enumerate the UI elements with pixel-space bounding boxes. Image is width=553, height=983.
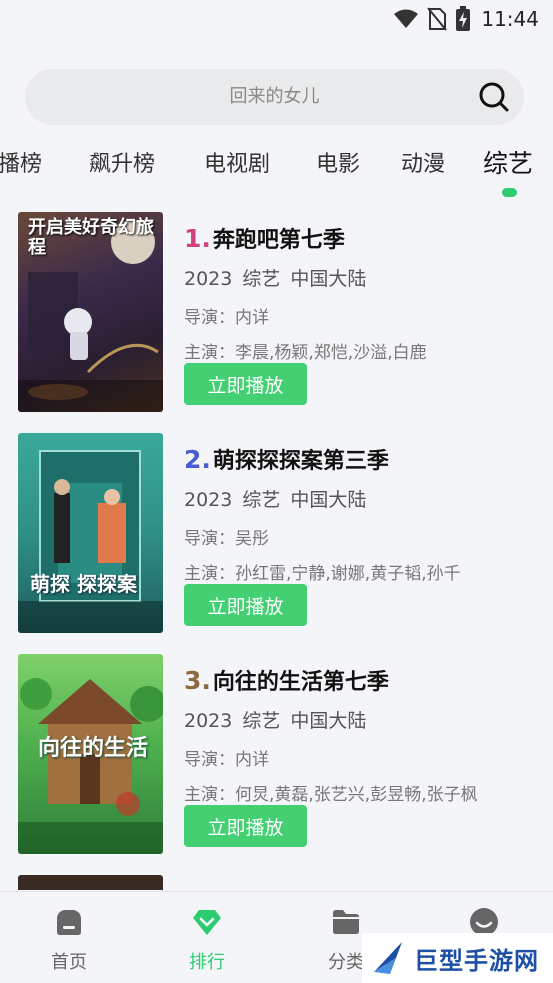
poster-title-text: 向往的生活 xyxy=(38,736,149,761)
list-item[interactable]: 开启美好奇幻旅程 1.奔跑吧第七季 2023 综艺 中国大陆 导演：内详 主演：李晨… xyxy=(18,212,538,412)
poster-title-text: 萌探 探探案 xyxy=(30,572,137,596)
item-title[interactable]: 3.向往的生活第七季 xyxy=(184,664,538,696)
play-now-button[interactable]: 立即播放 xyxy=(184,363,307,405)
poster-title-text: 开启美好奇幻旅程 xyxy=(28,217,154,258)
rank-number: 3. xyxy=(184,666,211,695)
item-genre: 综艺 xyxy=(242,710,281,732)
item-director: 导演：吴彤 xyxy=(184,529,269,549)
item-meta: 2023 综艺 中国大陆 xyxy=(184,264,538,291)
no-sim-icon xyxy=(427,7,448,31)
item-cast: 主演：孙红雷,宁静,谢娜,黄子韬,孙千 xyxy=(184,564,461,584)
item-year: 2023 xyxy=(184,489,233,511)
tab-rising[interactable]: 飙升榜 xyxy=(89,146,155,178)
item-region: 中国大陆 xyxy=(290,268,367,290)
item-meta: 2023 综艺 中国大陆 xyxy=(184,706,538,733)
status-time: 11:44 xyxy=(481,7,539,31)
search-icon[interactable] xyxy=(478,81,510,113)
item-genre: 综艺 xyxy=(242,268,281,290)
tab-variety[interactable]: 综艺 xyxy=(483,144,533,180)
item-info: 3.向往的生活第七季 2023 综艺 中国大陆 导演：内详 主演：何炅,黄磊,张艺兴… xyxy=(184,664,538,805)
rank-number: 1. xyxy=(184,224,211,253)
item-region: 中国大陆 xyxy=(290,489,367,511)
item-title[interactable]: 1.奔跑吧第七季 xyxy=(184,222,538,254)
item-info: 2.萌探探探案第三季 2023 综艺 中国大陆 导演：吴彤 主演：孙红雷,宁静,谢娜… xyxy=(184,443,538,584)
poster-image[interactable]: 萌探 探探案 xyxy=(18,433,163,633)
nav-home[interactable]: 首页 xyxy=(29,906,109,974)
list-item[interactable]: 向往的生活 3.向往的生活第七季 2023 综艺 中国大陆 导演：内详 主演：何炅,… xyxy=(18,654,538,854)
tab-tv-series[interactable]: 电视剧 xyxy=(204,146,270,178)
folder-icon xyxy=(333,910,359,934)
watermark-text: 巨型手游网 xyxy=(414,946,539,975)
wifi-icon xyxy=(394,9,419,28)
item-year: 2023 xyxy=(184,268,233,290)
active-tab-indicator xyxy=(502,188,517,197)
show-name: 萌探探探案第三季 xyxy=(212,449,389,474)
item-director: 导演：内详 xyxy=(184,750,269,770)
tab-anime[interactable]: 动漫 xyxy=(401,146,445,178)
item-info: 1.奔跑吧第七季 2023 综艺 中国大陆 导演：内详 主演：李晨,杨颖,郑恺,沙溢… xyxy=(184,222,538,363)
nav-ranking-label: 排行 xyxy=(189,952,225,973)
item-title[interactable]: 2.萌探探探案第三季 xyxy=(184,443,538,475)
battery-charging-icon xyxy=(456,6,471,31)
watermark-logo-icon xyxy=(374,942,402,974)
search-input[interactable]: 回来的女儿 xyxy=(25,69,464,125)
nav-home-label: 首页 xyxy=(51,952,87,973)
show-name: 奔跑吧第七季 xyxy=(212,228,345,253)
home-icon xyxy=(57,910,81,935)
list-item[interactable]: 萌探 探探案 2.萌探探探案第三季 2023 综艺 中国大陆 导演：吴彤 主演：孙红… xyxy=(18,433,538,633)
poster-image[interactable]: 开启美好奇幻旅程 xyxy=(18,212,163,412)
search-bar[interactable]: 回来的女儿 xyxy=(25,69,524,125)
show-name: 向往的生活第七季 xyxy=(212,670,389,695)
play-now-button[interactable]: 立即播放 xyxy=(184,584,307,626)
item-meta: 2023 综艺 中国大陆 xyxy=(184,485,538,512)
watermark: 巨型手游网 xyxy=(362,933,553,983)
item-cast: 主演：何炅,黄磊,张艺兴,彭昱畅,张子枫 xyxy=(184,785,478,805)
play-now-button[interactable]: 立即播放 xyxy=(184,805,307,847)
category-tabs: 播榜 飙升榜 电视剧 电影 动漫 综艺 xyxy=(0,140,553,200)
app-screen: 11:44 回来的女儿 播榜 飙升榜 电视剧 电影 动漫 综艺 开启美好奇幻旅程… xyxy=(0,0,553,983)
nav-ranking[interactable]: 排行 xyxy=(167,906,247,974)
item-cast: 主演：李晨,杨颖,郑恺,沙溢,白鹿 xyxy=(184,343,427,363)
next-item-poster-partial[interactable] xyxy=(18,875,163,890)
item-region: 中国大陆 xyxy=(290,710,367,732)
tab-movies[interactable]: 电影 xyxy=(316,146,360,178)
item-director: 导演：内详 xyxy=(184,308,269,328)
status-bar: 11:44 xyxy=(0,0,553,38)
item-genre: 综艺 xyxy=(242,489,281,511)
tab-hot-broadcast[interactable]: 播榜 xyxy=(0,146,42,178)
ranking-diamond-icon xyxy=(193,910,221,935)
poster-image[interactable]: 向往的生活 xyxy=(18,654,163,854)
rank-number: 2. xyxy=(184,445,211,474)
item-year: 2023 xyxy=(184,710,233,732)
